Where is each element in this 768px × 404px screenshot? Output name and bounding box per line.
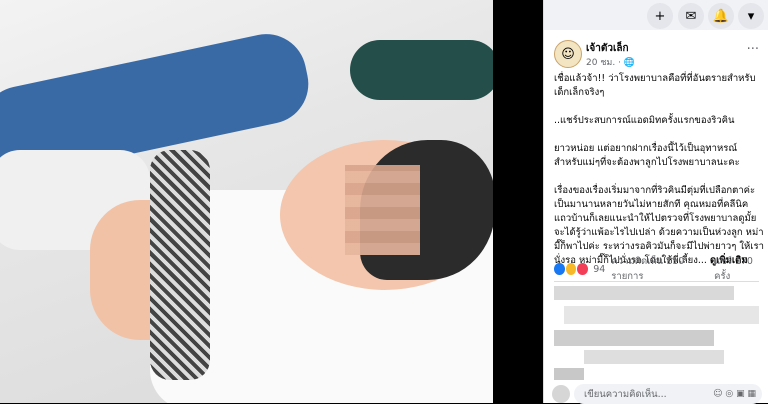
reaction-count[interactable]: 94: [593, 264, 605, 275]
comment-box: เขียนความคิดเห็น... ☺ ◎ ▣ ▦: [552, 383, 762, 404]
post-paragraph: ยาวหน่อย แต่อยากฝากเรื่องนี้ไว้เป็นอุทาห…: [554, 143, 740, 168]
bib: [150, 150, 210, 380]
notifications-icon[interactable]: 🔔: [708, 3, 734, 29]
love-icon[interactable]: [577, 263, 589, 275]
more-options-icon[interactable]: ···: [747, 42, 759, 57]
divider: [554, 281, 759, 282]
comment-count[interactable]: ความคิดเห็น 110 รายการ: [611, 254, 708, 284]
like-icon[interactable]: [554, 263, 565, 275]
post-photo[interactable]: [0, 0, 493, 403]
dropdown-icon[interactable]: ▾: [738, 3, 764, 29]
viewer-background: [493, 0, 543, 403]
comment-tools-icon[interactable]: ☺ ◎ ▣ ▦: [713, 389, 756, 399]
post-time[interactable]: 20 ชม. · 🌐: [586, 55, 635, 69]
pillow-dark: [350, 40, 493, 100]
messenger-icon[interactable]: ✉: [678, 3, 704, 29]
top-bar: + ✉ 🔔 ▾: [544, 0, 768, 30]
comment-input[interactable]: เขียนความคิดเห็น... ☺ ◎ ▣ ▦: [574, 384, 762, 404]
reaction-stats: 94 ความคิดเห็น 110 รายการ แชร์ 170 ครั้ง: [554, 256, 766, 282]
post-sidebar: + ✉ 🔔 ▾ ☺ เจ้าตัวเล็ก 20 ชม. · 🌐 ··· เชื…: [543, 0, 768, 404]
post-paragraph: ..แชร์ประสบการณ์แอดมิทครั้งแรกของริวคิน: [554, 115, 735, 126]
post-text: เชื่อแล้วจ้า!! ว่าโรงพยาบาลคือที่ที่อันต…: [554, 72, 764, 282]
globe-icon: 🌐: [623, 58, 636, 68]
post-paragraph: เชื่อแล้วจ้า!! ว่าโรงพยาบาลคือที่ที่อันต…: [554, 73, 756, 98]
plus-icon[interactable]: +: [647, 3, 673, 29]
face-blur: [345, 165, 420, 255]
avatar: [552, 385, 570, 403]
haha-icon[interactable]: [565, 263, 577, 275]
share-count[interactable]: แชร์ 170 ครั้ง: [714, 254, 766, 284]
page-name[interactable]: เจ้าตัวเล็ก: [586, 41, 629, 56]
post-header: ☺ เจ้าตัวเล็ก 20 ชม. · 🌐 ···: [554, 40, 759, 70]
avatar[interactable]: ☺: [554, 40, 582, 68]
